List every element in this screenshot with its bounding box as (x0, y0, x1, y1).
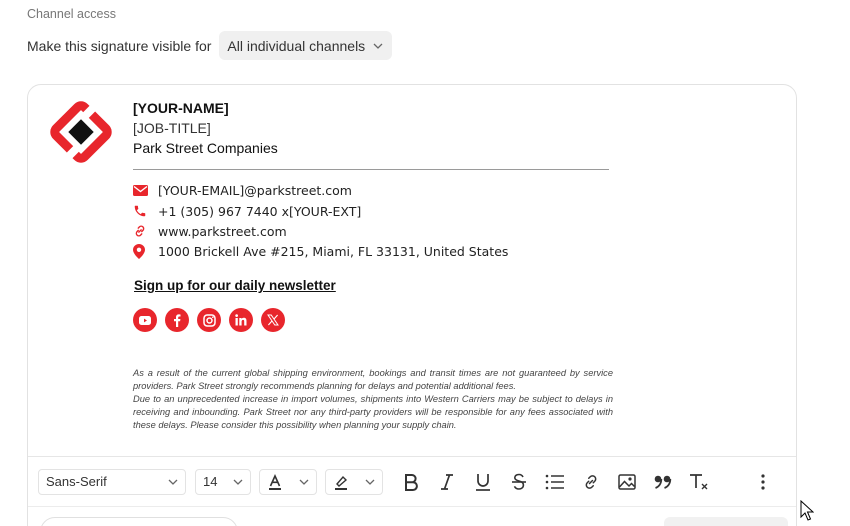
more-vertical-icon (761, 473, 765, 490)
email-icon (133, 182, 149, 198)
newsletter-link[interactable]: Sign up for our daily newsletter (134, 278, 336, 293)
instagram-icon[interactable] (197, 308, 221, 332)
bold-button[interactable] (393, 467, 429, 497)
font-size-select[interactable]: 14 (195, 468, 251, 495)
clear-formatting-icon (690, 473, 708, 489)
highlight-color-select[interactable] (325, 468, 383, 495)
phone-icon (133, 203, 149, 219)
insert-link-button[interactable] (573, 467, 609, 497)
font-size-value: 14 (203, 474, 218, 489)
contact-website-text: www.parkstreet.com (158, 223, 287, 239)
channel-access-label: Channel access (27, 7, 116, 21)
underline-icon (476, 473, 490, 491)
strikethrough-button[interactable] (501, 467, 537, 497)
contact-phone-text: +1 (305) 967 7440 x[YOUR-EXT] (158, 203, 362, 219)
bold-icon (405, 473, 418, 491)
chevron-down-icon (233, 479, 243, 485)
italic-button[interactable] (429, 467, 465, 497)
italic-icon (441, 473, 453, 490)
social-links (133, 308, 293, 332)
disclaimer-paragraph: As a result of the current global shippi… (133, 368, 613, 391)
mouse-cursor-icon (800, 500, 814, 521)
park-street-logo (50, 101, 112, 163)
chevron-down-icon (168, 479, 178, 485)
strikethrough-icon (512, 473, 526, 490)
link-icon (133, 223, 149, 239)
signature-company: Park Street Companies (133, 140, 278, 156)
toolbar-bottom-divider (28, 506, 796, 507)
link-icon (585, 474, 597, 489)
facebook-icon[interactable] (165, 308, 189, 332)
underline-button[interactable] (465, 467, 501, 497)
channel-visibility-select[interactable]: All individual channels (219, 31, 393, 60)
signature-job-title: [JOB-TITLE] (133, 120, 211, 136)
text-color-select[interactable] (259, 468, 317, 495)
contact-website: www.parkstreet.com (133, 222, 553, 240)
chevron-down-icon (373, 43, 383, 49)
bottom-input-partial[interactable] (40, 517, 238, 526)
x-twitter-icon[interactable] (261, 308, 285, 332)
signature-identity: [YOUR-NAME] [JOB-TITLE] Park Street Comp… (133, 100, 613, 160)
chevron-down-icon (299, 479, 309, 485)
linkedin-icon[interactable] (229, 308, 253, 332)
shipping-disclaimer: As a result of the current global shippi… (133, 367, 613, 432)
contact-email: [YOUR-EMAIL]@parkstreet.com (133, 181, 553, 199)
contact-address-text: 1000 Brickell Ave #215, Miami, FL 33131,… (158, 243, 509, 259)
insert-image-button[interactable] (609, 467, 645, 497)
signature-divider (133, 169, 609, 170)
contact-phone: +1 (305) 967 7440 x[YOUR-EXT] (133, 202, 553, 220)
blockquote-button[interactable] (645, 467, 681, 497)
bottom-button-partial[interactable] (664, 517, 788, 526)
font-family-value: Sans-Serif (46, 474, 107, 489)
chevron-down-icon (365, 479, 375, 485)
signature-editor[interactable]: [YOUR-NAME] [JOB-TITLE] Park Street Comp… (27, 84, 797, 526)
visibility-label: Make this signature visible for (27, 37, 212, 54)
text-color-icon (269, 473, 281, 490)
bulleted-list-button[interactable] (537, 467, 573, 497)
font-family-select[interactable]: Sans-Serif (38, 468, 186, 495)
contact-email-text: [YOUR-EMAIL]@parkstreet.com (158, 182, 352, 198)
more-options-button[interactable] (745, 467, 781, 497)
bulleted-list-icon (545, 474, 564, 489)
clear-formatting-button[interactable] (681, 467, 717, 497)
disclaimer-paragraph: Due to an unprecedented increase in impo… (133, 394, 613, 430)
highlighter-icon (335, 475, 348, 490)
signature-name: [YOUR-NAME] (133, 100, 229, 116)
location-pin-icon (133, 243, 149, 259)
visibility-row: Make this signature visible for All indi… (27, 31, 393, 60)
youtube-icon[interactable] (133, 308, 157, 332)
quote-icon (654, 475, 672, 489)
contact-address: 1000 Brickell Ave #215, Miami, FL 33131,… (133, 242, 553, 260)
channel-visibility-value: All individual channels (227, 37, 366, 54)
image-icon (618, 473, 636, 490)
formatting-toolbar: Sans-Serif 14 (28, 456, 796, 506)
